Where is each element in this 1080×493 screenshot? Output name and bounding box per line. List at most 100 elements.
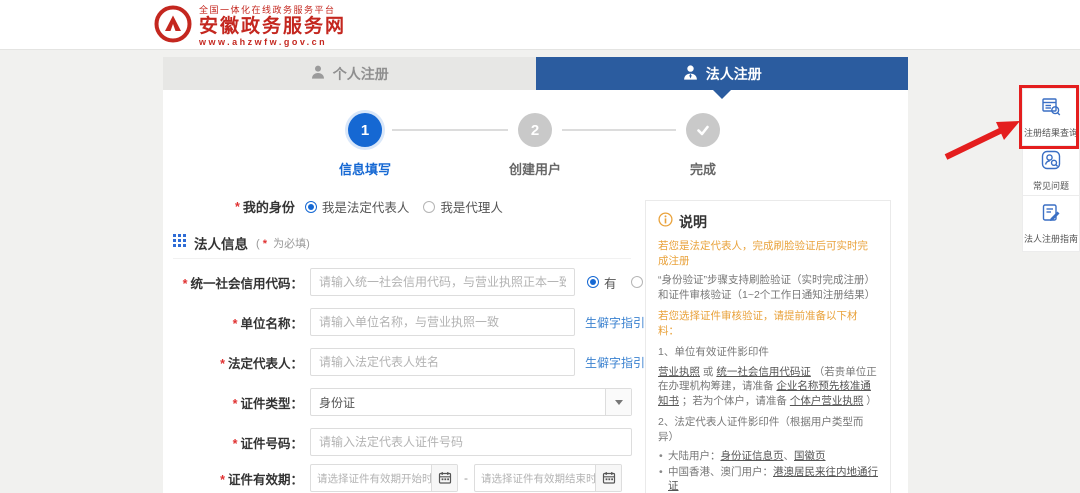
radio-dot-selected (305, 201, 317, 213)
site-name: 安徽政务服务网 (199, 16, 346, 38)
radio-label: 我是法定代表人 (322, 197, 410, 216)
platform-tagline: 全国一体化在线政务服务平台 (199, 5, 346, 15)
floating-button-label: 常见问题 (1033, 179, 1069, 192)
section-title: 法人信息 (194, 233, 248, 253)
individual-license-link[interactable]: 个体户营业执照 (790, 395, 864, 407)
legal-representative-input[interactable] (310, 348, 575, 376)
credit-code-cert-link[interactable]: 统一社会信用代码证 (716, 366, 811, 378)
section-divider (173, 258, 631, 259)
id-card-info-link[interactable]: 身份证信息页 (721, 450, 784, 462)
document-pencil-icon (1040, 202, 1062, 229)
floating-button-label: 法人注册指南 (1024, 232, 1078, 245)
field-company-name: *单位名称： 生僻字指引 (163, 308, 645, 336)
material-item-1-detail: 营业执照 或 统一社会信用代码证 （若贵单位正在办理机构筹建，请准备 企业名称预… (658, 365, 878, 408)
radio-agent[interactable]: 我是代理人 (423, 197, 503, 216)
selected-value: 身份证 (319, 394, 355, 411)
radio-has-code[interactable]: 有 (587, 273, 617, 292)
registration-result-query-button[interactable]: 注册结果查询 (1022, 88, 1080, 146)
site-logo[interactable]: 全国一体化在线政务服务平台 安徽政务服务网 www.ahzwfw.gov.cn (153, 4, 346, 49)
rare-character-guide-link[interactable]: 生僻字指引 (585, 354, 645, 371)
material-item-2-title: 2、法定代表人证件影印件（根据用户类型而异） (658, 415, 878, 444)
radio-dot (631, 276, 643, 288)
instructions-title: 说明 (679, 213, 707, 232)
floating-button-label: 注册结果查询 (1024, 126, 1078, 139)
calendar-button[interactable] (431, 465, 457, 491)
chevron-down-icon (615, 400, 623, 405)
site-url: www.ahzwfw.gov.cn (199, 37, 346, 47)
active-tab-pointer (713, 90, 731, 99)
identity-label: 我的身份 (243, 197, 295, 216)
field-label: *单位名称： (163, 313, 303, 332)
field-legal-representative: *法定代表人： 生僻字指引 (163, 348, 645, 376)
field-label: *证件号码： (163, 433, 303, 452)
step-2-circle: 2 (518, 113, 552, 147)
validity-start-datepicker[interactable]: 请选择证件有效期开始时间 (310, 464, 458, 492)
tab-personal-registration[interactable]: 个人注册 (163, 57, 536, 90)
calendar-button[interactable] (595, 465, 621, 491)
annotation-arrow (938, 103, 1028, 165)
step-3-circle (686, 113, 720, 147)
field-certificate-type: *证件类型： 身份证 (163, 388, 632, 416)
info-icon (658, 212, 673, 232)
document-search-icon (1040, 96, 1062, 123)
legal-info-section-header: 法人信息 ( * 为必填) (173, 233, 310, 253)
calendar-icon (602, 471, 616, 485)
step-2-label: 创建用户 (485, 159, 585, 178)
rare-character-guide-link[interactable]: 生僻字指引 (585, 314, 645, 331)
radio-dot-selected (587, 276, 599, 288)
field-label: *证件类型： (163, 393, 303, 412)
field-certificate-validity: *证件有效期： 请选择证件有效期开始时间 - 请选择证件有效期结束时间 (163, 464, 622, 492)
id-card-emblem-link[interactable]: 国徽页 (794, 450, 826, 462)
calendar-icon (438, 471, 452, 485)
date-range-separator: - (464, 471, 468, 485)
step-1-circle: 1 (348, 113, 382, 147)
person-icon (682, 64, 699, 84)
section-required-note: ( * 为必填) (256, 235, 310, 251)
field-credit-code: *统一社会信用代码： 有 无 (163, 268, 660, 296)
field-certificate-number: *证件号码： (163, 428, 632, 456)
certificate-number-input[interactable] (310, 428, 632, 456)
instruction-highlight-1: 若您是法定代表人，完成刷脸验证后可实时完成注册 (658, 239, 878, 268)
page: 全国一体化在线政务服务平台 安徽政务服务网 www.ahzwfw.gov.cn … (0, 0, 1080, 493)
step-3-label: 完成 (653, 159, 753, 178)
instruction-text-1: “身份验证”步骤支持刷脸验证（实时完成注册）和证件审核验证（1~2个工作日通知注… (658, 273, 878, 302)
tab-legal-label: 法人注册 (706, 64, 762, 84)
required-star: * (235, 200, 240, 214)
material-item-1-title: 1、单位有效证件影印件 (658, 345, 878, 359)
radio-dot (423, 201, 435, 213)
radio-legal-representative[interactable]: 我是法定代表人 (305, 197, 410, 216)
logo-text: 全国一体化在线政务服务平台 安徽政务服务网 www.ahzwfw.gov.cn (199, 5, 346, 48)
step-connector (562, 129, 676, 131)
registration-card: 个人注册 法人注册 1 2 信息填写 创建用户 完成 * (163, 57, 908, 493)
list-item: 大陆用户：身份证信息页、国徽页 (658, 449, 878, 463)
grid-icon (173, 234, 186, 252)
list-item: 中国香港、澳门用户：港澳居民来往内地通行证 (658, 465, 878, 493)
radio-label: 有 (604, 273, 617, 292)
identity-row: * 我的身份 我是法定代表人 我是代理人 (235, 197, 517, 216)
company-name-input[interactable] (310, 308, 575, 336)
validity-end-datepicker[interactable]: 请选择证件有效期结束时间 (474, 464, 622, 492)
faq-button[interactable]: 常见问题 (1022, 146, 1080, 196)
certificate-type-select[interactable]: 身份证 (310, 388, 632, 416)
field-label: *法定代表人： (163, 353, 303, 372)
check-icon (694, 121, 712, 139)
legal-registration-guide-button[interactable]: 法人注册指南 (1022, 196, 1080, 252)
logo-emblem-icon (153, 4, 193, 49)
site-header: 全国一体化在线政务服务平台 安徽政务服务网 www.ahzwfw.gov.cn (0, 0, 1080, 50)
field-label: *证件有效期： (163, 469, 303, 488)
tab-personal-label: 个人注册 (333, 64, 389, 84)
field-label: *统一社会信用代码： (163, 273, 303, 292)
date-placeholder: 请选择证件有效期开始时间 (311, 471, 431, 486)
radio-label: 我是代理人 (440, 197, 503, 216)
business-license-link[interactable]: 营业执照 (658, 366, 700, 378)
instruction-highlight-2: 若您选择证件审核验证，请提前准备以下材料： (658, 309, 878, 338)
step-1-label: 信息填写 (315, 159, 415, 178)
credit-code-input[interactable] (310, 268, 575, 296)
instructions-panel: 说明 若您是法定代表人，完成刷脸验证后可实时完成注册 “身份验证”步骤支持刷脸验… (645, 200, 891, 493)
dropdown-button[interactable] (605, 389, 631, 415)
registration-tabs: 个人注册 法人注册 (163, 57, 908, 90)
tab-legal-registration[interactable]: 法人注册 (536, 57, 909, 90)
instructions-header: 说明 (658, 212, 878, 232)
floating-sidebar: 注册结果查询 常见问题 (1022, 88, 1080, 252)
step-connector (392, 129, 508, 131)
